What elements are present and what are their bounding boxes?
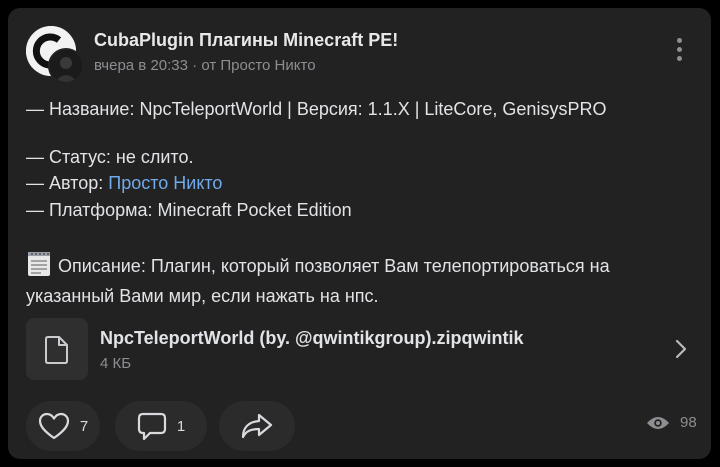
like-button[interactable]: 7	[26, 401, 100, 451]
comment-count: 1	[176, 417, 186, 435]
text-line-platform: — Платформа: Minecraft Pocket Edition	[26, 199, 352, 220]
comment-icon	[137, 412, 166, 441]
meta-author[interactable]: Просто Никто	[220, 57, 315, 74]
description-text: Описание: Плагин, который позволяет Вам …	[26, 256, 610, 306]
text-line-name: — Название: NpcTeleportWorld | Версия: 1…	[26, 99, 607, 119]
views-counter: 98	[646, 414, 697, 431]
file-icon-tile	[26, 318, 88, 380]
author-label: — Автор:	[26, 173, 109, 193]
comment-button[interactable]: 1	[115, 401, 207, 451]
text-line-author: — Автор: Просто Никто	[26, 170, 696, 197]
text-line-status: — Статус: не слито.	[26, 146, 194, 167]
memo-icon	[26, 251, 52, 277]
group-name[interactable]: CubaPlugin Плагины Minecraft PE!	[94, 30, 398, 51]
post-card: CubaPlugin Плагины Minecraft PE! вчера в…	[8, 8, 711, 459]
file-attachment[interactable]: NpcTeleportWorld (by. @qwintikgroup).zip…	[26, 318, 696, 382]
heart-icon	[38, 412, 69, 440]
more-button[interactable]	[672, 38, 686, 68]
author-avatar[interactable]	[48, 48, 84, 84]
eye-icon	[647, 416, 669, 429]
file-name[interactable]: NpcTeleportWorld (by. @qwintikgroup).zip…	[100, 328, 524, 349]
views-count: 98	[680, 414, 697, 431]
like-count: 7	[79, 417, 89, 435]
post-meta: вчера в 20:33 · от Просто Никто	[94, 57, 316, 74]
post-text: — Название: NpcTeleportWorld | Версия: 1…	[26, 96, 696, 223]
description: Описание: Плагин, который позволяет Вам …	[26, 251, 696, 311]
post-time[interactable]: вчера в 20:33	[94, 57, 188, 74]
file-icon	[45, 336, 68, 364]
meta-separator: · от	[187, 57, 221, 74]
chevron-right-icon	[675, 339, 687, 359]
file-size: 4 КБ	[100, 355, 132, 372]
author-avatar-image	[50, 50, 82, 82]
share-button[interactable]	[219, 401, 295, 451]
author-link[interactable]: Просто Никто	[108, 173, 222, 193]
share-icon	[241, 413, 273, 439]
more-vertical-icon	[672, 38, 686, 61]
avatar-group[interactable]	[26, 26, 84, 84]
